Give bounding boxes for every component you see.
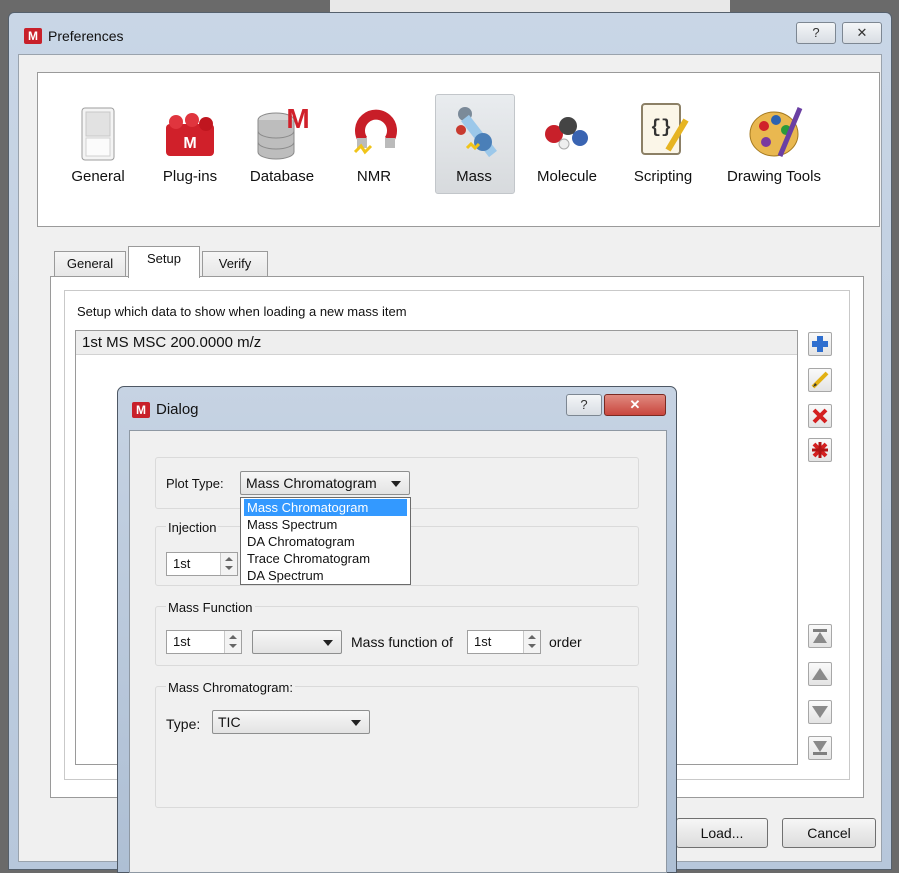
tab-verify[interactable]: Verify [202,251,268,277]
type-combo[interactable]: TIC [212,710,370,734]
chevron-down-icon [391,481,401,487]
category-label: Database [249,168,315,185]
mass-chromatogram-group [155,686,639,808]
dropdown-option-da-chromatogram[interactable]: DA Chromatogram [244,533,407,550]
category-label: Molecule [536,168,598,185]
svg-text:{}: {} [650,118,672,138]
svg-text:M: M [183,135,196,152]
category-label: Scripting [633,168,693,185]
list-item[interactable]: 1st MS MSC 200.0000 m/z [76,331,797,355]
nmr-magnet-icon [353,109,397,155]
category-label: Mass [456,168,492,185]
database-icon: M [257,103,310,160]
type-value: TIC [218,714,241,730]
help-button[interactable]: ? [796,22,836,44]
category-drawing-tools[interactable]: Drawing Tools [718,90,830,200]
category-molecule[interactable]: Molecule [522,90,612,200]
dropdown-option-trace-chromatogram[interactable]: Trace Chromatogram [244,550,407,567]
plot-type-combo[interactable]: Mass Chromatogram [240,471,410,495]
category-mass[interactable]: Mass [429,90,519,200]
mass-spec-icon [456,107,497,158]
category-nmr[interactable]: NMR [329,90,419,200]
tab-general[interactable]: General [54,251,126,277]
scripting-scroll-icon: {} [641,103,689,155]
spin-arrows-icon[interactable] [220,553,237,575]
mass-function-label: Mass Function [166,600,255,615]
cancel-button[interactable]: Cancel [782,818,876,848]
chevron-down-icon [323,640,333,646]
dropdown-option-da-spectrum[interactable]: DA Spectrum [244,567,407,584]
tab-setup[interactable]: Setup [128,246,200,278]
injection-value: 1st [173,556,191,571]
category-database[interactable]: M Database [237,90,327,200]
category-label: Drawing Tools [727,168,821,185]
general-switch-icon [81,107,115,161]
mass-chromatogram-label: Mass Chromatogram: [166,680,295,695]
dialog-app-icon: M [132,402,150,418]
category-general[interactable]: General [53,90,143,200]
chevron-down-icon [351,720,361,726]
spin-arrows-icon[interactable] [224,631,241,653]
delete-all-button[interactable] [808,438,832,462]
palette-icon [749,107,803,157]
category-label: Plug-ins [162,168,218,185]
type-label: Type: [166,716,201,732]
category-plug-ins[interactable]: M Plug-ins [145,90,235,200]
delete-all-icon [812,442,828,458]
order-value: 1st [474,634,492,649]
plot-type-label: Plot Type: [166,476,224,491]
move-up-button[interactable] [808,662,832,686]
mass-function-combo[interactable] [252,630,342,654]
dialog-close-button[interactable]: ✕ [604,394,666,416]
dialog-help-button[interactable]: ? [566,394,602,416]
injection-spinner[interactable]: 1st [166,552,238,576]
move-bottom-button[interactable] [808,736,832,760]
order-label: order [549,634,582,650]
setup-description: Setup which data to show when loading a … [77,304,407,319]
add-button[interactable] [808,332,832,356]
move-top-icon [813,629,827,643]
category-label: General [71,168,125,185]
svg-text:M: M [286,103,309,134]
mass-function-spinner[interactable]: 1st [166,630,242,654]
mass-function-of-label: Mass function of [351,634,453,650]
dropdown-option-mass-spectrum[interactable]: Mass Spectrum [244,516,407,533]
molecule-icon [545,117,588,150]
move-top-button[interactable] [808,624,832,648]
close-button[interactable]: ✕ [842,22,882,44]
category-scripting[interactable]: {} Scripting [618,90,708,200]
edit-icon [811,371,829,389]
mass-function-value: 1st [173,634,191,649]
move-down-button[interactable] [808,700,832,724]
order-spinner[interactable]: 1st [467,630,541,654]
plot-type-dropdown-list: Mass Chromatogram Mass Spectrum DA Chrom… [240,497,411,585]
delete-button[interactable] [808,404,832,428]
plugins-icon: M [166,113,214,156]
category-label: NMR [356,168,392,185]
spin-arrows-icon[interactable] [523,631,540,653]
window-title: Preferences [48,28,124,44]
move-up-icon [812,668,828,680]
injection-label: Injection [166,520,219,535]
move-down-icon [812,706,828,718]
dialog-title: Dialog [156,401,199,418]
dropdown-option-mass-chromatogram[interactable]: Mass Chromatogram [244,499,407,516]
delete-icon [812,408,828,424]
plot-type-value: Mass Chromatogram [246,475,377,491]
load-button[interactable]: Load... [676,818,768,848]
edit-button[interactable] [808,368,832,392]
add-icon [812,336,828,352]
move-bottom-icon [813,741,827,755]
app-icon: M [24,28,42,44]
